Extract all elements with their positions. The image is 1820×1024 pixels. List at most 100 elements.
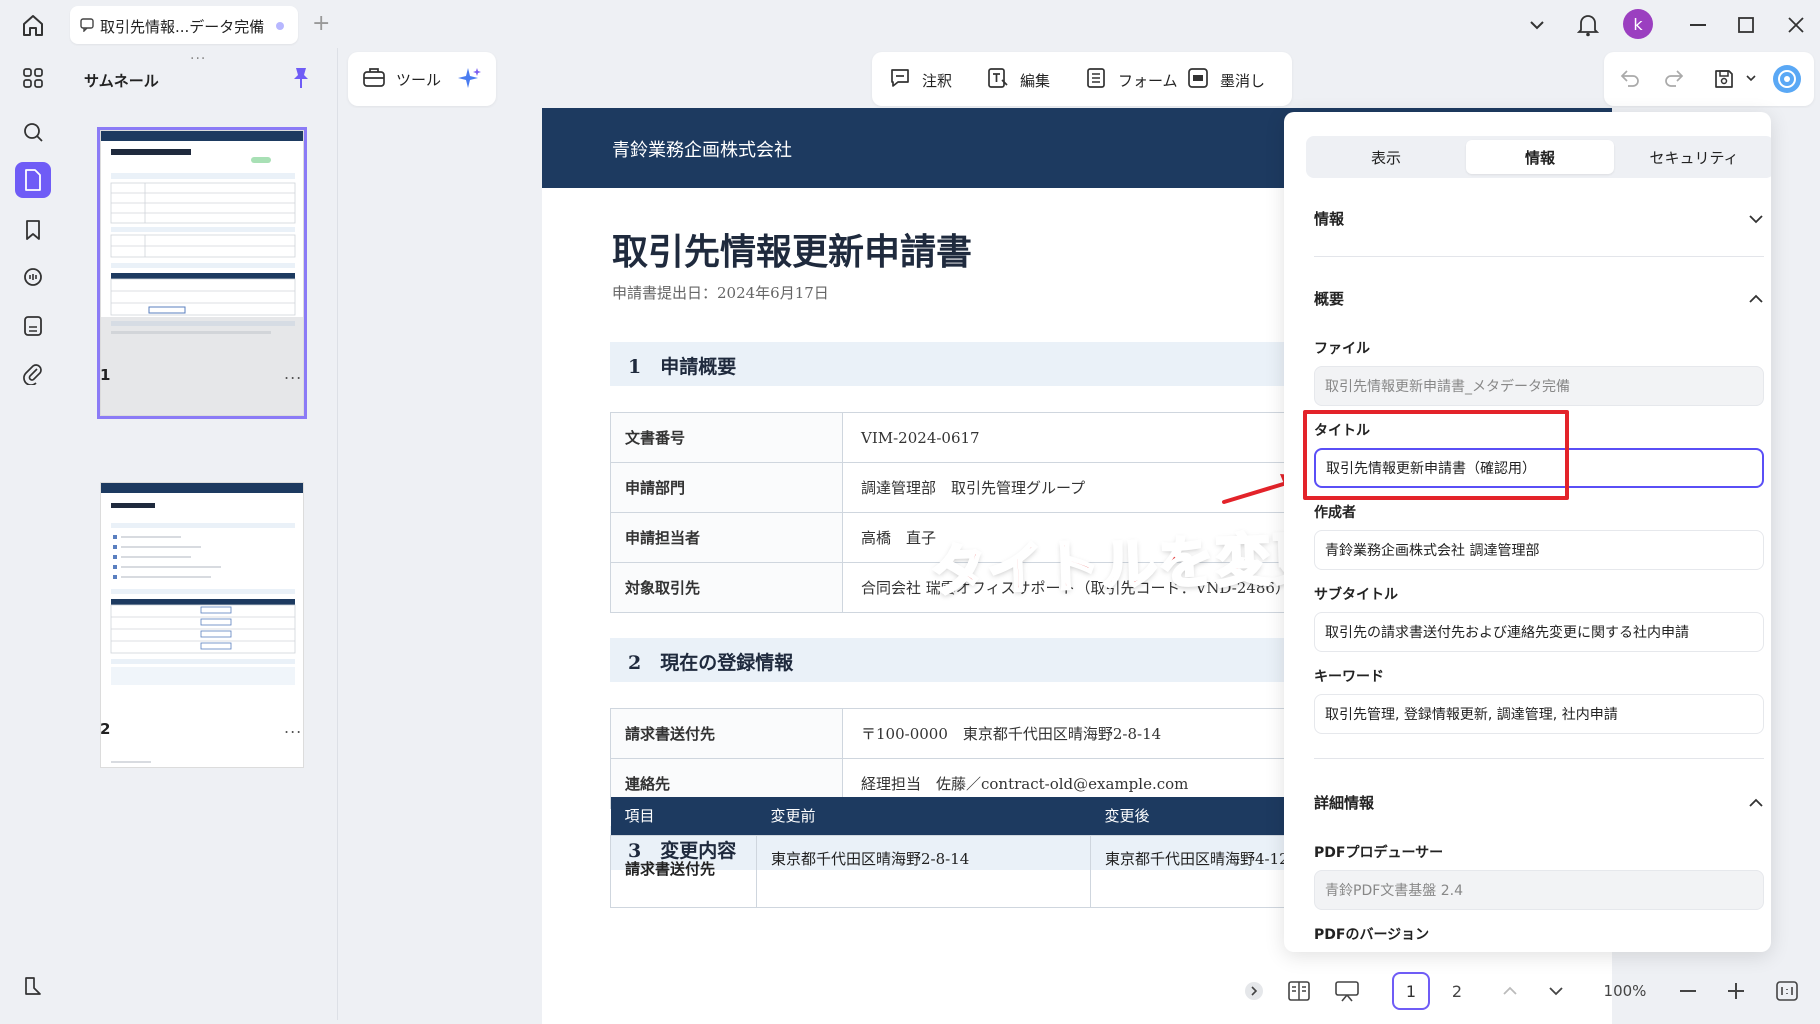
minimize-icon[interactable]	[1683, 10, 1713, 40]
sidebar-toggle-icon[interactable]	[15, 968, 51, 1004]
annotation-callout: タイトルを変更	[928, 525, 1332, 607]
doc-company-name: 青鈴業務企画株式会社	[612, 140, 792, 161]
save-options-chevron-icon[interactable]	[1746, 74, 1756, 82]
history-group	[1604, 52, 1814, 106]
comment-icon	[80, 18, 94, 36]
unsaved-dot	[276, 22, 284, 30]
highlight-box	[1303, 410, 1569, 500]
toolbox-icon	[362, 66, 386, 92]
new-tab-button[interactable]: +	[312, 11, 330, 36]
page-button-1[interactable]: 1	[1392, 972, 1430, 1010]
section-number: 2	[628, 652, 642, 674]
divider	[1314, 758, 1764, 759]
edit-text-icon	[986, 66, 1010, 94]
page-more-button-2[interactable]: ...	[284, 718, 302, 737]
tools-label: ツール	[396, 70, 442, 89]
tab-security[interactable]: セキュリティ	[1620, 140, 1768, 174]
form-label: フォーム	[1118, 71, 1178, 90]
zoom-level[interactable]: 100%	[1594, 972, 1656, 1010]
grid-icon[interactable]	[15, 60, 51, 96]
table-cell: 東京都千代田区晴海野2-8-14	[756, 834, 1091, 908]
zoom-out-icon[interactable]	[1674, 972, 1702, 1010]
undo-icon[interactable]	[1618, 67, 1642, 89]
form-icon	[1084, 66, 1108, 94]
close-icon[interactable]	[1781, 10, 1811, 40]
next-page-icon[interactable]	[1542, 972, 1570, 1010]
thumbnail-panel-title: サムネール	[84, 72, 159, 90]
producer-field	[1314, 870, 1764, 910]
page-layout-icon[interactable]	[1284, 972, 1314, 1010]
annotate-icon	[888, 66, 912, 94]
tools-button[interactable]: ツール	[362, 66, 441, 92]
table-key: 対象取引先	[610, 562, 843, 613]
page-thumbnail-1[interactable]	[97, 127, 307, 419]
attachment-list-icon[interactable]	[15, 308, 51, 344]
redo-icon[interactable]	[1662, 67, 1686, 89]
edit-button[interactable]: 編集	[986, 66, 1050, 94]
edit-tools-group: 注釈 編集 フォーム 墨消し	[872, 52, 1292, 106]
chevron-up-icon	[1748, 794, 1764, 812]
table-key: 申請部門	[610, 462, 843, 513]
doc-title: 取引先情報更新申請書	[612, 231, 973, 273]
document-tab[interactable]: 取引先情報...データ完備	[70, 6, 298, 44]
redact-label: 墨消し	[1220, 71, 1266, 90]
table-key: 文書番号	[610, 412, 843, 463]
annotate-label: 注釈	[922, 71, 953, 90]
pin-icon[interactable]	[290, 66, 312, 94]
zoom-in-icon[interactable]	[1722, 972, 1750, 1010]
subtitle-field[interactable]	[1314, 612, 1764, 652]
summary-section-title: 概要	[1314, 290, 1345, 308]
page-button-2[interactable]: 2	[1438, 972, 1476, 1010]
page-navigation-bar: 1 2 100%	[1240, 966, 1820, 1016]
keywords-field[interactable]	[1314, 694, 1764, 734]
title-bar: 取引先情報...データ完備 + k	[0, 0, 1820, 48]
maximize-icon[interactable]	[1731, 10, 1761, 40]
section-title: 現在の登録情報	[660, 652, 794, 674]
tab-info[interactable]: 情報	[1466, 140, 1614, 174]
tab-display[interactable]: 表示	[1312, 140, 1460, 174]
details-section-title: 詳細情報	[1314, 794, 1375, 812]
ai-sparkle-icon[interactable]	[456, 65, 484, 93]
actual-size-icon[interactable]	[1772, 972, 1802, 1010]
tools-group: ツール	[348, 52, 496, 106]
info-section-title: 情報	[1314, 210, 1345, 228]
collapse-arrow-icon[interactable]	[1242, 972, 1266, 1010]
author-field[interactable]	[1314, 530, 1764, 570]
redact-icon	[1186, 66, 1210, 94]
page-more-button-1[interactable]: ...	[284, 364, 302, 383]
table-key: 申請担当者	[610, 512, 843, 563]
redact-button[interactable]: 墨消し	[1186, 66, 1265, 94]
home-icon[interactable]	[18, 10, 48, 40]
table-header: 項目	[610, 797, 757, 835]
bookmark-icon[interactable]	[15, 212, 51, 248]
comments-icon[interactable]	[15, 260, 51, 296]
divider	[1314, 256, 1764, 257]
save-icon[interactable]	[1712, 67, 1736, 91]
pdf-version-label: PDFのバージョン	[1314, 927, 1430, 943]
thumbnails-icon[interactable]	[15, 162, 51, 198]
page-number-2: 2	[100, 720, 111, 738]
bell-icon[interactable]	[1573, 10, 1603, 40]
details-section-header[interactable]: 詳細情報	[1314, 792, 1764, 813]
paperclip-icon[interactable]	[15, 356, 51, 392]
chevron-down-icon[interactable]	[1522, 10, 1552, 40]
info-section-header[interactable]: 情報	[1314, 208, 1764, 229]
presentation-icon[interactable]	[1332, 972, 1362, 1010]
file-label: ファイル	[1314, 341, 1370, 357]
avatar[interactable]: k	[1623, 9, 1653, 39]
drag-handle[interactable]: ···	[190, 51, 206, 67]
form-button[interactable]: フォーム	[1084, 66, 1178, 94]
author-label: 作成者	[1314, 505, 1356, 521]
assistant-icon[interactable]	[1772, 64, 1802, 94]
search-icon[interactable]	[15, 114, 51, 150]
chevron-up-icon	[1748, 290, 1764, 308]
annotate-button[interactable]: 注釈	[888, 66, 952, 94]
table-key: 請求書送付先	[610, 708, 843, 759]
page-thumbnail-2[interactable]	[100, 482, 304, 768]
left-rail	[0, 48, 66, 1024]
edit-label: 編集	[1020, 71, 1051, 90]
producer-label: PDFプロデューサー	[1314, 845, 1444, 861]
page-number-1: 1	[100, 366, 111, 384]
previous-page-icon[interactable]	[1496, 972, 1524, 1010]
summary-section-header[interactable]: 概要	[1314, 288, 1764, 309]
